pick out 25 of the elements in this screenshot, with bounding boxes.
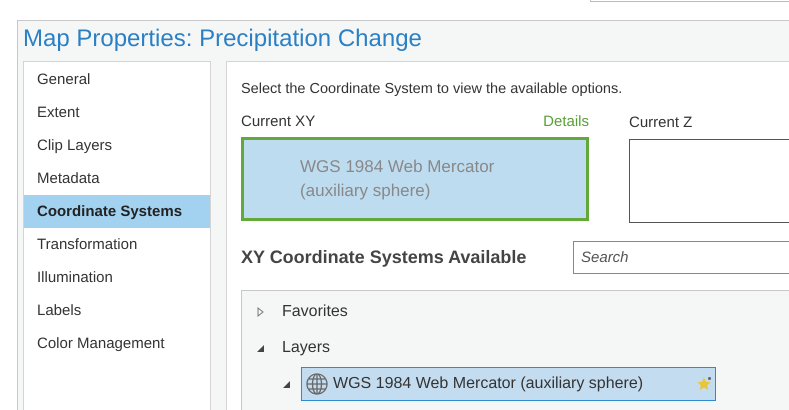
expanded-caret-icon[interactable] [282,380,291,388]
sidebar-item[interactable]: Labels [24,294,210,327]
favorite-star-icon[interactable] [696,376,712,392]
instruction-text: Select the Coordinate System to view the available options. [241,80,622,99]
section-heading: XY Coordinate Systems Available [241,246,528,269]
tree-folder[interactable]: Favorites [282,300,348,324]
sidebar-item[interactable]: Transformation [24,228,210,261]
sidebar-item[interactable]: Metadata [24,162,210,195]
expanded-caret-icon[interactable] [256,344,265,352]
globe-icon [305,372,329,396]
sidebar-item[interactable]: Coordinate Systems [24,195,210,228]
collapsed-caret-icon[interactable] [256,307,265,317]
sidebar-item[interactable]: Illumination [24,261,210,294]
current-xy-label: Current XY [241,112,316,132]
current-xy-value: WGS 1984 Web Mercator (auxiliary sphere) [300,156,496,202]
sidebar-item[interactable]: Color Management [24,327,210,360]
sidebar-item[interactable]: General [24,63,210,96]
window-title: Map Properties: Precipitation Change [22,24,422,54]
current-z-label: Current Z [629,113,692,133]
sidebar-item[interactable]: Clip Layers [24,129,210,162]
tree-item-label: WGS 1984 Web Mercator (auxiliary sphere) [333,374,644,394]
tree-item[interactable]: WGS 1984 Web Mercator (auxiliary sphere) [301,367,716,401]
tree-folder[interactable]: Layers [282,336,330,360]
search-field[interactable]: Search [573,240,789,274]
sidebar-item[interactable]: Extent [24,96,210,129]
